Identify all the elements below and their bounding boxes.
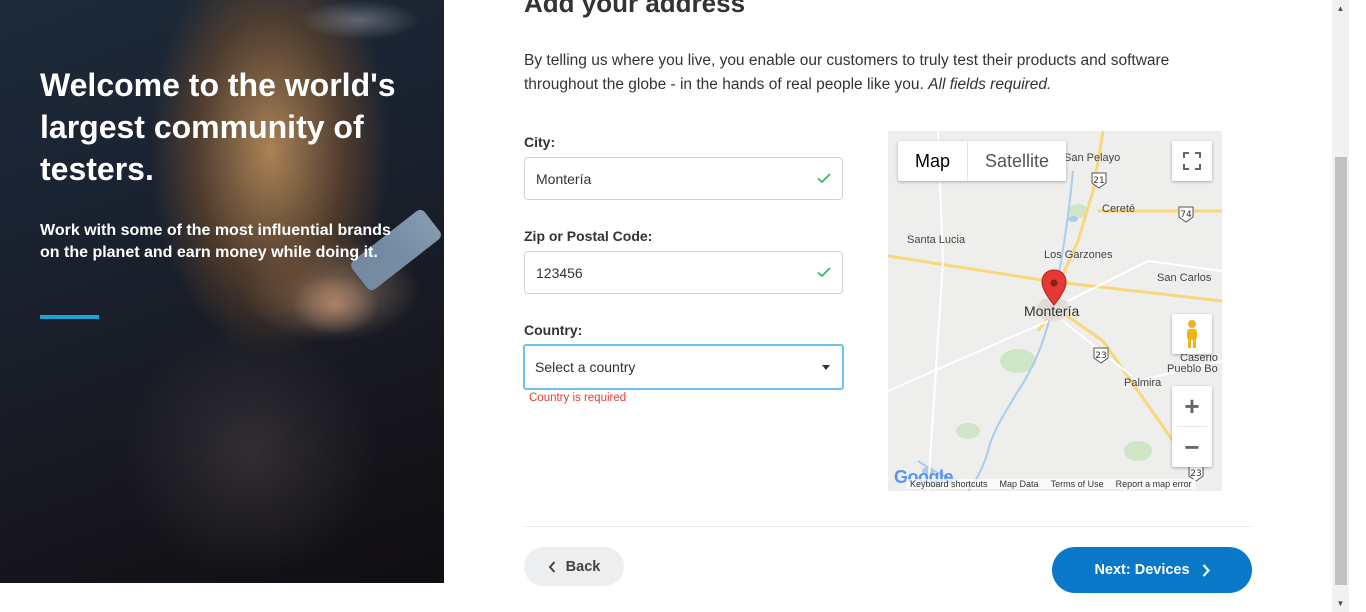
page-title: Add your address [524,0,746,18]
next-label: Next: Devices [1094,562,1190,578]
city-label: City: [524,134,556,150]
zoom-out-button[interactable]: − [1172,427,1212,467]
hero-subtitle: Work with some of the most influential b… [40,222,391,261]
city-input[interactable]: Montería [524,157,843,200]
check-icon [817,265,831,281]
fullscreen-icon [1183,152,1201,170]
scrollbar-thumb[interactable] [1335,157,1347,585]
intro-text: By telling us where you live, you enable… [524,49,1224,97]
map-place-label: Pueblo Bo [1167,363,1218,375]
hero-background-light [300,0,420,40]
hero-accent-bar [40,315,99,319]
next-button[interactable]: Next: Devices [1052,547,1252,593]
chevron-left-icon [548,560,555,573]
zip-label: Zip or Postal Code: [524,228,653,244]
intro-body: By telling us where you live, you enable… [524,52,1170,93]
city-value: Montería [536,170,592,187]
zoom-control: + − [1172,386,1212,467]
country-select[interactable]: Select a country [523,344,844,390]
map-data-link[interactable]: Map Data [1000,479,1039,489]
map-place-label: Los Garzones [1044,249,1113,261]
map-footer: Keyboard shortcuts Map Data Terms of Use… [906,479,1196,489]
back-label: Back [565,558,601,575]
route-shield-74: 74 [1180,210,1192,220]
chevron-down-icon [822,364,830,370]
map-place-label: Cereté [1102,203,1136,215]
map-type-satellite[interactable]: Satellite [968,141,1066,181]
pegman-icon [1187,320,1197,348]
route-shield-23: 23 [1095,351,1106,361]
intro-emphasis: All fields required. [928,76,1052,93]
map-place-label: San Carlos [1157,272,1212,284]
country-error: Country is required [529,392,627,404]
check-icon [817,171,831,187]
map-widget[interactable]: 21 74 23 23 San Pelayo Cereté Santa Luci… [888,131,1222,491]
route-shield-21: 21 [1093,176,1104,186]
map-place-label: Palmira [1124,377,1162,389]
route-shield-23b: 23 [1190,469,1201,479]
report-error-link[interactable]: Report a map error [1116,479,1192,489]
map-type-map[interactable]: Map [898,141,969,181]
keyboard-shortcuts-link[interactable]: Keyboard shortcuts [910,479,988,489]
map-place-label: San Pelayo [1064,152,1121,164]
scroll-down-icon[interactable]: ▼ [1332,595,1349,612]
form-divider [524,526,1252,527]
zoom-in-button[interactable]: + [1172,386,1212,426]
zip-input[interactable]: 123456 [524,251,843,294]
chevron-right-icon [1202,563,1210,577]
fullscreen-button[interactable] [1172,141,1212,181]
country-placeholder: Select a country [535,359,636,375]
hero-panel: Welcome to the world's largest community… [0,0,444,583]
street-view-button[interactable] [1172,314,1212,354]
country-label: Country: [524,322,583,338]
terms-link[interactable]: Terms of Use [1051,479,1104,489]
hero-title: Welcome to the world's largest community… [40,67,396,187]
map-type-control: Map Satellite [898,141,1067,181]
map-place-label: Santa Lucia [907,234,966,246]
map-city-label: Montería [1024,303,1080,319]
zip-value: 123456 [536,264,583,281]
back-button[interactable]: Back [524,547,624,586]
scroll-up-icon[interactable]: ▲ [1332,0,1349,17]
